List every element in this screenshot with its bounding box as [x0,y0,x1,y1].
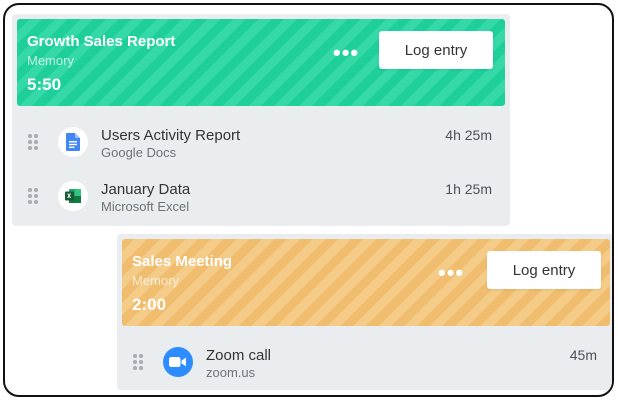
log-entry-button[interactable]: Log entry [379,31,493,69]
drag-handle-icon[interactable] [28,134,38,150]
list-item[interactable]: January Data Microsoft Excel 1h 25m [12,176,510,226]
entry-header: Growth Sales Report Memory 5:50 ••• Log … [17,19,505,106]
log-entry-button[interactable]: Log entry [487,251,601,289]
entry-card-growth-sales-report: Growth Sales Report Memory 5:50 ••• Log … [12,14,510,226]
entry-header: Sales Meeting Memory 2:00 ••• Log entry [122,239,610,326]
item-title: Zoom call [206,347,272,364]
item-title: January Data [101,181,191,198]
item-duration: 4h 25m [445,127,492,143]
window-frame: Growth Sales Report Memory 5:50 ••• Log … [3,3,614,397]
entry-title: Growth Sales Report [27,33,176,50]
item-app: zoom.us [206,365,256,380]
zoom-icon [163,347,193,377]
item-app: Google Docs [101,145,177,160]
drag-handle-icon[interactable] [133,354,143,370]
list-item[interactable]: Users Activity Report Google Docs 4h 25m [12,122,510,172]
more-options-button[interactable]: ••• [438,262,464,284]
drag-handle-icon[interactable] [28,188,38,204]
google-docs-icon [58,127,88,157]
item-duration: 1h 25m [445,181,492,197]
list-item[interactable]: Zoom call zoom.us 45m [117,342,612,392]
entry-card-sales-meeting: Sales Meeting Memory 2:00 ••• Log entry … [117,234,612,392]
excel-icon [58,181,88,211]
entry-subtitle: Memory [132,273,179,288]
entry-title: Sales Meeting [132,253,233,270]
item-duration: 45m [569,347,597,363]
entry-time: 5:50 [27,75,62,94]
entry-subtitle: Memory [27,53,74,68]
item-title: Users Activity Report [101,127,241,144]
entry-time: 2:00 [132,295,167,314]
item-app: Microsoft Excel [101,199,190,214]
more-options-button[interactable]: ••• [333,42,359,64]
